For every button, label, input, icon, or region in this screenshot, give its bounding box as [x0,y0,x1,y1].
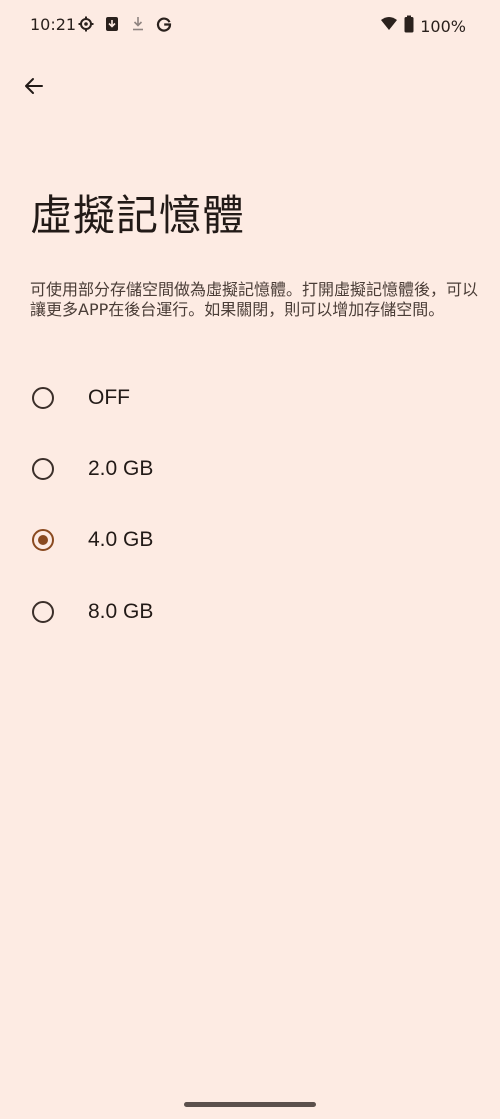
radio-button[interactable] [32,600,54,623]
battery-percent: 100% [420,16,466,36]
radio-button[interactable] [32,457,54,480]
option-off[interactable]: OFF [0,362,500,433]
radio-button[interactable] [32,386,54,409]
option-8gb[interactable]: 8.0 GB [0,576,500,647]
status-left-icons [78,15,172,33]
gesture-nav-handle[interactable] [184,1102,316,1107]
option-label: 2.0 GB [88,456,154,480]
back-button[interactable] [14,66,54,106]
battery-icon [404,15,414,37]
page-description: 可使用部分存儲空間做為虛擬記憶體。打開虛擬記憶體後，可以讓更多APP在後台運行。… [30,280,479,319]
option-label: 4.0 GB [88,528,154,552]
option-2gb[interactable]: 2.0 GB [0,433,500,504]
memory-size-options: OFF 2.0 GB 4.0 GB 8.0 GB [0,362,500,647]
status-time: 10:21 [30,15,77,34]
google-icon [156,15,172,33]
status-bar: 10:21 100% [0,0,500,50]
option-4gb[interactable]: 4.0 GB [0,505,500,576]
wifi-icon [380,16,398,36]
settings-icon [78,15,94,33]
download-box-icon [104,15,120,33]
download-arrow-icon [130,15,146,33]
option-label: 8.0 GB [88,599,154,623]
radio-button[interactable] [32,529,54,552]
status-right-icons: 100% [380,15,466,37]
option-label: OFF [88,385,130,409]
page-title: 虛擬記憶體 [30,191,246,240]
back-arrow-icon [25,78,43,94]
